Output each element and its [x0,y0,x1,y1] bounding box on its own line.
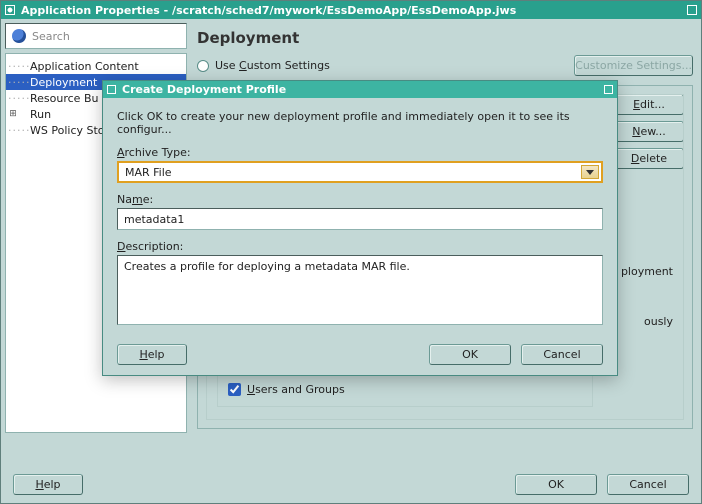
archive-type-label: Archive Type: [117,146,603,159]
search-placeholder: Search [32,30,70,43]
tree-item-label: Run [30,108,51,121]
dialog-body: Click OK to create your new deployment p… [103,98,617,375]
cancel-button[interactable]: Cancel [607,474,689,495]
use-custom-label: Use Custom Settings [215,59,330,72]
name-input[interactable] [117,208,603,230]
search-icon [12,29,26,43]
users-groups-checkbox-input[interactable] [228,383,241,396]
dialog-maximize-icon[interactable] [604,85,613,94]
dialog-ok-button[interactable]: OK [429,344,511,365]
use-custom-radio[interactable] [197,60,209,72]
customize-settings-button[interactable]: Customize Settings... [574,55,693,76]
tree-item-label: Application Content [30,60,139,73]
window-button-row: Help OK Cancel [13,474,689,495]
ok-button[interactable]: OK [515,474,597,495]
tree-item-application-content[interactable]: Application Content [6,58,186,74]
dialog-help-button[interactable]: Help [117,344,187,365]
create-deployment-profile-dialog: Create Deployment Profile Click OK to cr… [102,80,618,376]
dialog-cancel-button[interactable]: Cancel [521,344,603,365]
tree-item-label: Deployment [30,76,97,89]
dialog-button-row: Help OK Cancel [117,344,603,365]
app-icon [5,5,15,15]
window-title: Application Properties - /scratch/sched7… [21,4,516,17]
dialog-instruction: Click OK to create your new deployment p… [117,110,603,136]
users-groups-checkbox[interactable]: Users and Groups [228,383,582,396]
search-input[interactable]: Search [5,23,187,49]
maximize-icon[interactable] [687,5,697,15]
settings-row: Use Custom Settings Customize Settings..… [193,55,697,80]
dialog-title: Create Deployment Profile [122,83,286,96]
chevron-down-icon[interactable] [581,165,599,179]
archive-type-combo[interactable]: MAR File [117,161,603,183]
peek-label-deployment: ployment [621,265,673,278]
archive-type-value: MAR File [125,166,172,179]
dialog-icon [107,85,116,94]
titlebar[interactable]: Application Properties - /scratch/sched7… [1,1,701,19]
description-text[interactable] [117,255,603,325]
tree-item-label: WS Policy Sto [30,124,105,137]
tree-item-label: Resource Bu [30,92,98,105]
dialog-titlebar[interactable]: Create Deployment Profile [103,81,617,98]
expand-icon[interactable]: ⊞ [8,109,18,119]
peek-label-ously: ously [644,315,673,328]
description-label: Description: [117,240,603,253]
name-label: Name: [117,193,603,206]
panel-heading: Deployment [193,23,697,55]
help-button[interactable]: Help [13,474,83,495]
